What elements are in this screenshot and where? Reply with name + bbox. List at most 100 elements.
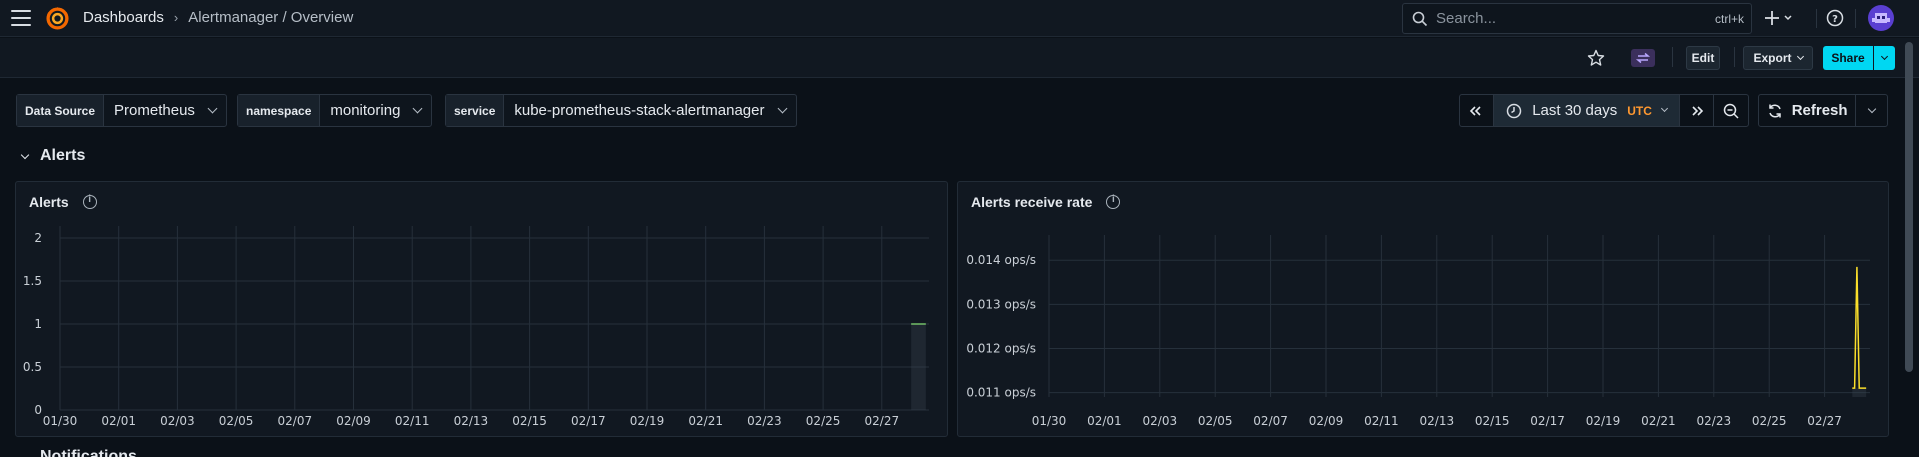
x-tick-label: 02/21 xyxy=(688,414,723,428)
divider xyxy=(1672,47,1673,67)
share-menu-button[interactable] xyxy=(1874,46,1895,70)
x-tick-label: 02/19 xyxy=(630,414,665,428)
x-tick-label: 02/03 xyxy=(160,414,195,428)
chevron-down-icon xyxy=(20,150,30,159)
breadcrumb-separator: › xyxy=(173,10,179,25)
x-tick-label: 02/23 xyxy=(1697,414,1732,428)
y-tick-label: 2 xyxy=(34,231,42,245)
variable-value: monitoring xyxy=(330,102,401,119)
top-navbar: Dashboards › Alertmanager / Overview Sea… xyxy=(0,0,1919,37)
x-tick-label: 02/19 xyxy=(1586,414,1621,428)
chevron-down-icon xyxy=(1867,104,1876,113)
search-placeholder: Search... xyxy=(1436,10,1497,27)
x-tick-label: 02/27 xyxy=(865,414,900,428)
timezone-badge: UTC xyxy=(1627,103,1652,118)
double-chevron-right-icon xyxy=(1692,105,1703,116)
share-button[interactable]: Share xyxy=(1823,46,1873,70)
grafana-logo-icon[interactable] xyxy=(45,6,70,31)
x-tick-label: 02/05 xyxy=(219,414,254,428)
chevron-down-icon xyxy=(412,103,423,114)
help-icon[interactable]: ? xyxy=(1826,9,1844,27)
x-tick-label: 02/13 xyxy=(1420,414,1455,428)
public-dashboard-badge[interactable] xyxy=(1631,49,1655,67)
variable-value: kube-prometheus-stack-alertmanager xyxy=(514,102,765,119)
time-shift-back-button[interactable] xyxy=(1460,95,1494,126)
variable-label: service xyxy=(446,95,505,126)
chevron-down-icon xyxy=(1796,52,1804,60)
zoom-out-button[interactable] xyxy=(1714,95,1748,126)
edit-button[interactable]: Edit xyxy=(1686,46,1720,70)
x-tick-label: 02/01 xyxy=(1087,414,1122,428)
row-title: Alerts xyxy=(40,147,86,164)
dashboard-toolbar: Edit Export Share xyxy=(0,38,1919,78)
search-input[interactable]: Search... ctrl+k xyxy=(1402,3,1752,34)
x-tick-label: 02/23 xyxy=(747,414,782,428)
x-tick-label: 02/09 xyxy=(336,414,371,428)
alerts-receive-rate-chart: 0.014 ops/s 0.013 ops/s 0.012 ops/s 0.011 o… xyxy=(966,235,1870,428)
search-shortcut: ctrl+k xyxy=(1714,11,1744,26)
breadcrumb-dashboards[interactable]: Dashboards xyxy=(83,9,164,26)
chevron-down-icon xyxy=(777,103,787,114)
variable-value: Prometheus xyxy=(114,102,195,119)
series-area xyxy=(911,324,926,410)
x-tick-label: 02/25 xyxy=(806,414,841,428)
x-tick-label: 02/27 xyxy=(1807,414,1842,428)
double-chevron-left-icon xyxy=(1470,105,1482,116)
x-tick-label: 02/01 xyxy=(101,414,136,428)
swap-icon xyxy=(1635,52,1651,64)
y-tick-label: 0.014 ops/s xyxy=(966,253,1036,267)
scrollbar[interactable] xyxy=(1905,42,1913,372)
x-tick-label: 02/03 xyxy=(1143,414,1178,428)
alerts-chart: 2 1.5 1 0.5 001/30 02/01 02/03 02/05 02/07 02/09 0… xyxy=(23,226,929,428)
chevron-down-icon xyxy=(1660,104,1668,113)
breadcrumb: Dashboards › Alertmanager / Overview xyxy=(83,9,353,26)
add-new-icon[interactable] xyxy=(1765,8,1795,28)
time-range-button[interactable]: Last 30 days UTC xyxy=(1493,95,1681,126)
chevron-down-icon xyxy=(1880,52,1889,60)
x-tick-label: 02/21 xyxy=(1641,414,1676,428)
row-alerts[interactable]: Alerts xyxy=(20,147,86,165)
x-tick-label: 02/11 xyxy=(395,414,430,428)
refresh-picker: Refresh xyxy=(1758,94,1888,127)
y-tick-label: 0 xyxy=(34,403,42,417)
variable-namespace[interactable]: namespace monitoring xyxy=(237,94,433,127)
divider xyxy=(1734,47,1735,67)
star-icon[interactable] xyxy=(1587,49,1605,67)
x-tick-label: 02/09 xyxy=(1309,414,1344,428)
x-tick-label: 02/05 xyxy=(1198,414,1233,428)
user-avatar[interactable] xyxy=(1868,5,1894,31)
avatar-icon xyxy=(1872,13,1890,23)
export-button[interactable]: Export xyxy=(1743,46,1813,70)
divider xyxy=(1855,9,1856,28)
time-shift-forward-button[interactable] xyxy=(1680,95,1715,126)
export-label: Export xyxy=(1753,51,1792,65)
row-notifications[interactable]: Notifications xyxy=(40,448,137,457)
zoom-out-icon xyxy=(1723,103,1739,119)
x-tick-label: 02/07 xyxy=(278,414,313,428)
x-tick-label: 02/11 xyxy=(1364,414,1399,428)
x-tick-label: 02/17 xyxy=(1530,414,1565,428)
x-tick-label: 02/17 xyxy=(571,414,606,428)
refresh-button[interactable]: Refresh xyxy=(1759,95,1857,126)
y-tick-label: 0.011 ops/s xyxy=(966,386,1036,400)
time-range-label: Last 30 days xyxy=(1532,102,1618,119)
variable-datasource[interactable]: Data Source Prometheus xyxy=(16,94,227,127)
clock-icon xyxy=(1506,103,1522,118)
variable-service[interactable]: service kube-prometheus-stack-alertmanag… xyxy=(445,94,797,127)
x-tick-label: 02/15 xyxy=(512,414,547,428)
panel-alerts-receive-rate[interactable]: Alerts receive rate 0.014 ops/s0.013 ops… xyxy=(957,181,1889,437)
menu-icon[interactable] xyxy=(11,10,31,26)
x-tick-label: 02/13 xyxy=(454,414,489,428)
variable-label: namespace xyxy=(238,95,321,126)
divider xyxy=(1816,9,1817,28)
panel-alerts[interactable]: Alerts 21.510.5001/3002/0102/0302/0502/0… xyxy=(15,181,948,437)
svg-text:?: ? xyxy=(1832,14,1838,25)
x-tick-label: 02/25 xyxy=(1752,414,1787,428)
y-tick-label: 1 xyxy=(34,317,42,331)
x-tick-label: 01/30 xyxy=(1032,414,1067,428)
refresh-interval-button[interactable] xyxy=(1856,95,1887,126)
x-tick-label: 02/15 xyxy=(1475,414,1510,428)
refresh-icon xyxy=(1768,103,1781,118)
search-icon xyxy=(1412,11,1428,26)
x-tick-label: 01/30 xyxy=(43,414,78,428)
